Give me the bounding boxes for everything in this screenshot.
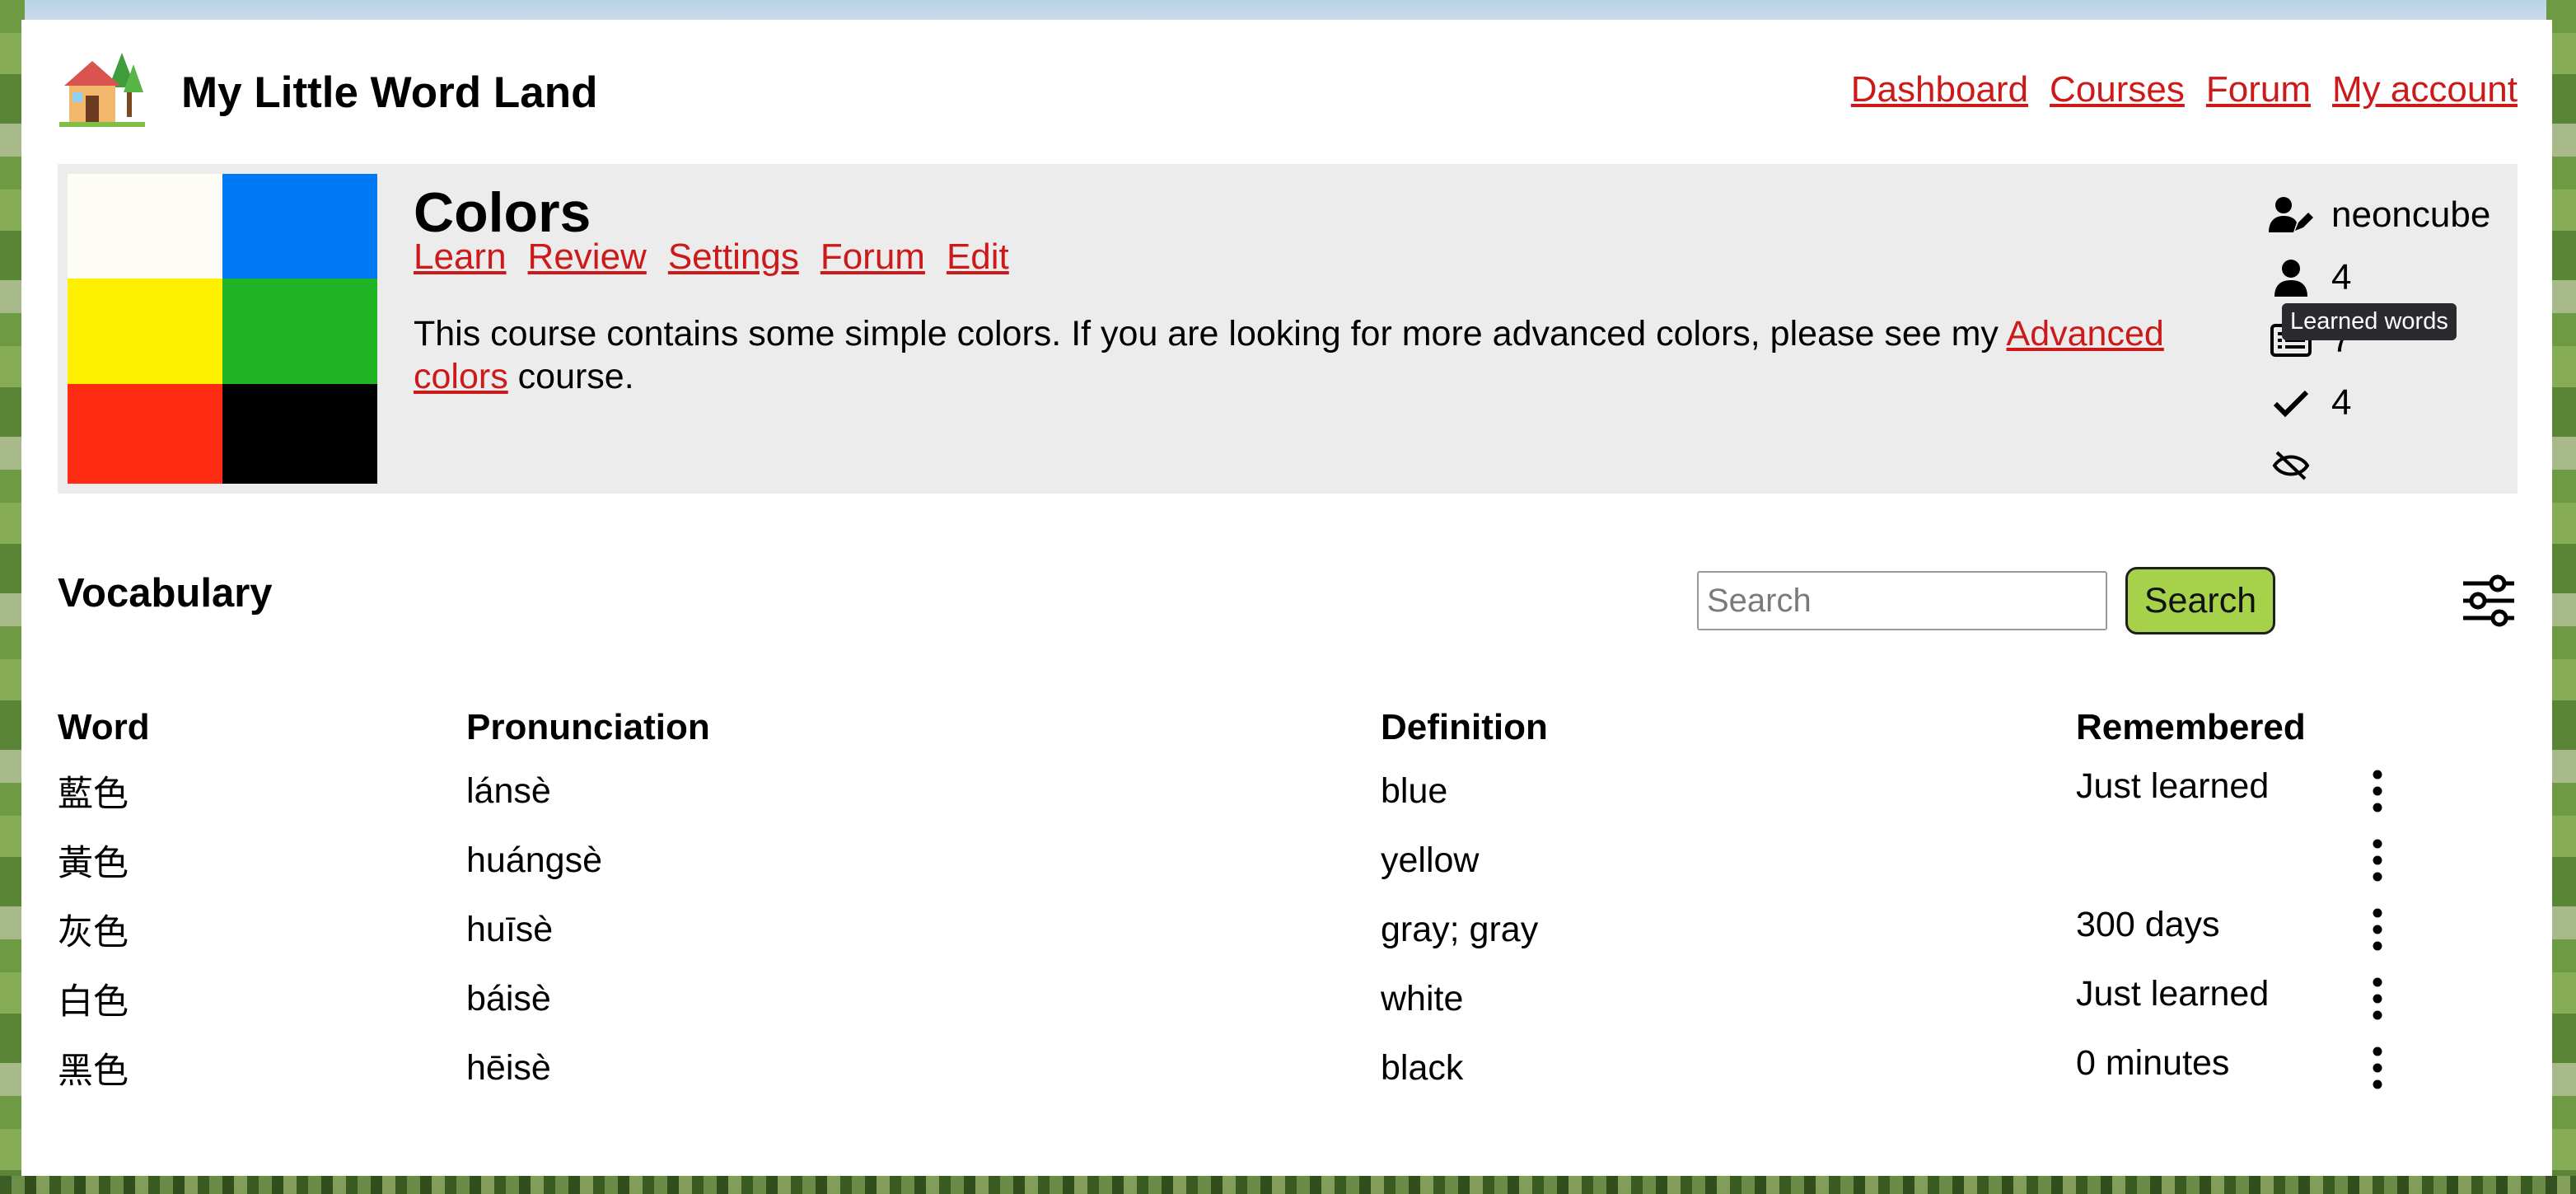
table-row: 黃色 huángsè yellow [58,826,2518,895]
site-title[interactable]: My Little Word Land [181,68,597,118]
user-icon [2269,255,2313,300]
stat-author: neoncube [2269,184,2516,246]
definition-cell: blue [1381,770,1448,811]
column-header-actions [2361,707,2518,756]
table-row: 白色 báisè white Just learned [58,964,2518,1033]
swatch-white [68,174,222,279]
swatch-blue [222,174,377,279]
top-nav: Dashboard Courses Forum My account [1851,69,2518,110]
description-text-end: course. [507,357,634,396]
definition-cell: yellow [1381,840,1480,880]
more-options-icon[interactable] [2361,906,2394,953]
stat-learned: 4 [2269,372,2516,434]
remembered-cell [2076,826,2361,895]
column-header-pronunciation[interactable]: Pronunciation [466,707,1381,756]
tab-settings[interactable]: Settings [668,236,799,278]
nav-courses[interactable]: Courses [2050,69,2185,110]
course-panel: Colors Learn Review Settings Forum Edit … [58,164,2518,494]
course-tabs: Learn Review Settings Forum Edit [414,236,1009,278]
word-cell: 藍色 [58,775,129,814]
definition-cell: white [1381,978,1464,1018]
table-row: 黑色 hēisè black 0 minutes [58,1033,2518,1103]
pronunciation-cell: huīsè [466,909,554,949]
eye-slash-icon [2269,443,2313,488]
more-options-icon[interactable] [2361,768,2394,814]
table-header-row: Word Pronunciation Definition Remembered [58,707,2518,756]
remembered-cell: Just learned [2076,766,2270,806]
tab-learn[interactable]: Learn [414,236,507,278]
swatch-red [68,384,222,484]
tab-edit[interactable]: Edit [947,236,1009,278]
remembered-cell: 300 days [2076,905,2220,944]
vocabulary-title: Vocabulary [58,571,273,616]
page-container: My Little Word Land Dashboard Courses Fo… [21,20,2552,1176]
vocabulary-table: Word Pronunciation Definition Remembered… [58,707,2518,1103]
site-header: My Little Word Land Dashboard Courses Fo… [21,20,2552,164]
pronunciation-cell: lánsè [466,770,551,811]
course-title: Colors [414,181,591,244]
more-options-icon[interactable] [2361,837,2394,883]
course-image [68,174,377,484]
column-header-remembered[interactable]: Remembered [2076,707,2361,756]
tab-forum[interactable]: Forum [820,236,925,278]
swatch-black [222,384,377,484]
user-edit-icon [2269,193,2313,237]
course-description: This course contains some simple colors.… [414,312,2259,398]
stat-hidden[interactable] [2269,434,2516,497]
nav-dashboard[interactable]: Dashboard [1851,69,2028,110]
column-header-word[interactable]: Word [58,707,466,756]
house-with-trees-icon[interactable] [58,46,147,129]
remembered-cell: 0 minutes [2076,1043,2230,1083]
definition-cell: gray; gray [1381,909,1539,949]
word-cell: 黑色 [58,1051,129,1091]
table-row: 灰色 huīsè gray; gray 300 days [58,895,2518,964]
word-cell: 灰色 [58,913,129,953]
swatch-yellow [68,279,222,384]
swatch-green [222,279,377,384]
pronunciation-cell: hēisè [466,1047,551,1088]
learned-words-tooltip: Learned words [2282,303,2457,340]
pronunciation-cell: huángsè [466,840,602,880]
tab-review[interactable]: Review [528,236,647,278]
more-options-icon[interactable] [2361,976,2394,1022]
column-header-definition[interactable]: Definition [1381,707,2076,756]
stat-learners: 4 [2269,246,2516,309]
table-row: 藍色 lánsè blue Just learned [58,756,2518,826]
background-landscape-bottom [0,1176,2576,1194]
pronunciation-cell: báisè [466,978,551,1018]
description-text: This course contains some simple colors.… [414,314,2007,354]
definition-cell: black [1381,1047,1464,1088]
word-cell: 黃色 [58,844,129,883]
stat-learned-value: 4 [2331,382,2352,423]
check-icon [2269,381,2313,425]
stat-author-value[interactable]: neoncube [2331,194,2490,236]
remembered-cell: Just learned [2076,974,2270,1014]
sliders-filter-icon[interactable] [2460,572,2518,630]
stat-learners-value: 4 [2331,257,2352,297]
search-button[interactable]: Search [2125,567,2275,634]
course-stats: neoncube 4 7 4 [2269,184,2516,497]
nav-my-account[interactable]: My account [2332,69,2518,110]
more-options-icon[interactable] [2361,1045,2394,1091]
search-input[interactable] [1697,571,2107,630]
word-cell: 白色 [58,982,129,1022]
nav-forum[interactable]: Forum [2206,69,2311,110]
